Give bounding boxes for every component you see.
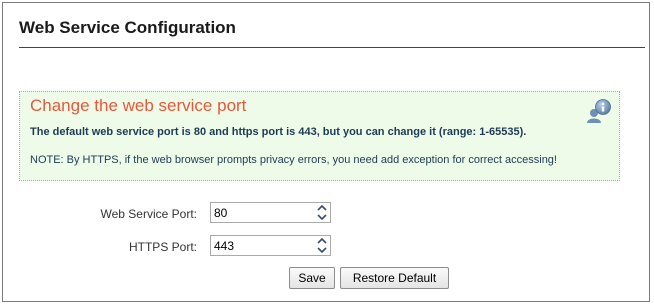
https-port-label: HTTPS Port: (128, 240, 197, 254)
save-button[interactable]: Save (289, 267, 335, 289)
web-port-input[interactable] (211, 203, 311, 222)
chevron-down-icon (317, 247, 327, 254)
info-heading: Change the web service port (30, 96, 247, 115)
page-title: Web Service Configuration (19, 18, 236, 37)
chevron-down-icon (317, 214, 327, 221)
help-info-icon[interactable] (586, 99, 612, 123)
info-description: The default web service port is 80 and h… (30, 126, 527, 138)
web-port-spinner[interactable] (210, 202, 331, 223)
title-divider (19, 47, 645, 48)
restore-default-button[interactable]: Restore Default (340, 267, 449, 289)
chevron-up-icon (317, 204, 327, 211)
info-note: NOTE: By HTTPS, if the web browser promp… (30, 154, 557, 166)
info-box: Change the web service port The default … (19, 91, 620, 181)
web-port-label: Web Service Port: (100, 207, 197, 221)
https-port-input[interactable] (211, 236, 311, 255)
web-port-decrement-button[interactable] (314, 213, 330, 222)
https-port-decrement-button[interactable] (314, 246, 330, 255)
https-port-increment-button[interactable] (314, 236, 330, 245)
https-port-spinner[interactable] (210, 235, 331, 256)
web-port-increment-button[interactable] (314, 203, 330, 212)
chevron-up-icon (317, 237, 327, 244)
config-panel: Web Service Configuration Change the web… (2, 2, 650, 302)
